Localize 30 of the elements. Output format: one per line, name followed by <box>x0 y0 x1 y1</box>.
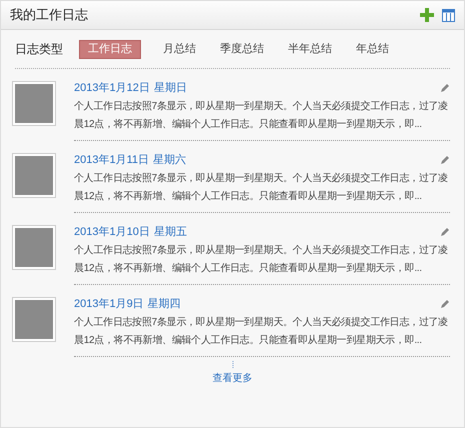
avatar-placeholder <box>12 297 56 342</box>
entry-date[interactable]: 2013年1月11日 <box>74 152 150 168</box>
avatar-placeholder <box>12 225 56 270</box>
pencil-icon[interactable] <box>440 155 450 165</box>
columns-icon[interactable] <box>442 8 455 22</box>
filter-tab[interactable]: 季度总结 <box>218 40 266 58</box>
filter-tab[interactable]: 月总结 <box>161 40 198 58</box>
avatar-placeholder <box>12 153 56 198</box>
entry-text: 个人工作日志按照7条显示，即从星期一到星期天。个人当天必须提交工作日志，过了凌晨12点，将不再新增、编辑个人工作日志。只能查看即从星期一到星期天示，即... <box>74 172 449 204</box>
entry-text: 个人工作日志按照7条显示，即从星期一到星期天。个人当天必须提交工作日志，过了凌晨12点，将不再新增、编辑个人工作日志。只能查看即从星期一到星期天示，即... <box>74 316 449 348</box>
pencil-icon[interactable] <box>440 83 450 93</box>
filter-tab[interactable]: 年总结 <box>354 40 391 58</box>
entry-weekday: 星期六 <box>153 152 186 168</box>
entry-text: 个人工作日志按照7条显示，即从星期一到星期天。个人当天必须提交工作日志，过了凌晨12点，将不再新增、编辑个人工作日志。只能查看即从星期一到星期天示，即... <box>74 100 449 132</box>
avatar-placeholder <box>12 81 56 126</box>
add-icon[interactable] <box>420 8 434 22</box>
entry-date[interactable]: 2013年1月12日 <box>74 80 150 96</box>
entry-weekday: 星期四 <box>148 296 181 312</box>
entry-weekday: 星期日 <box>154 80 187 96</box>
panel-title: 我的工作日志 <box>10 6 88 24</box>
entry-weekday: 星期五 <box>154 224 187 240</box>
filter-tab[interactable]: 半年总结 <box>286 40 334 58</box>
entry-date[interactable]: 2013年1月10日 <box>74 224 150 240</box>
pencil-icon[interactable] <box>440 227 450 237</box>
filter-tab[interactable]: 工作日志 <box>79 40 141 58</box>
show-more-link[interactable]: 查看更多 <box>212 371 252 386</box>
entry-text: 个人工作日志按照7条显示，即从星期一到星期天。个人当天必须提交工作日志，过了凌晨12点，将不再新增、编辑个人工作日志。只能查看即从星期一到星期天示，即... <box>74 244 449 276</box>
entry-date[interactable]: 2013年1月9日 <box>74 296 144 312</box>
filter-label: 日志类型 <box>15 41 63 58</box>
pencil-icon[interactable] <box>440 299 450 309</box>
